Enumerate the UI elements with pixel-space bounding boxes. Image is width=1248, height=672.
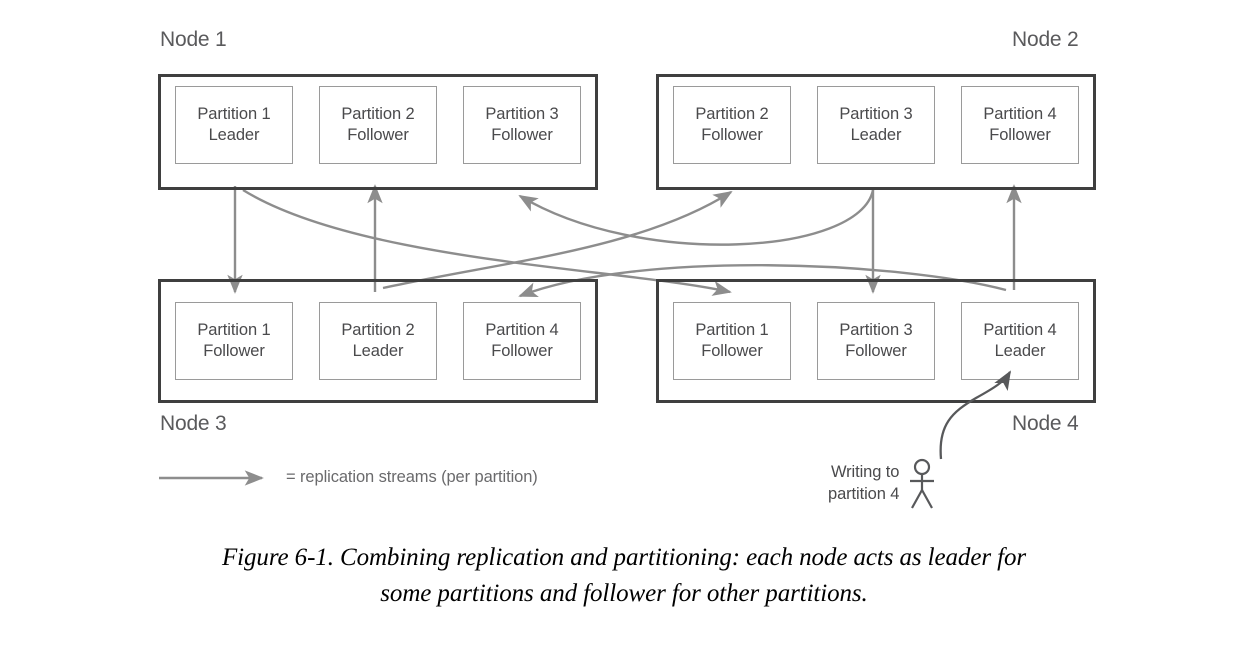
- node-container-node3: Partition 1 Follower Partition 2 Leader …: [158, 279, 598, 403]
- partition-name: Partition 3: [839, 104, 913, 123]
- stream-p3-node2-to-node1: [518, 189, 875, 246]
- person-stick-figure-icon: [910, 458, 935, 509]
- node-container-node1: Partition 1 Leader Partition 2 Follower …: [158, 74, 598, 190]
- partition-node3-p4[interactable]: Partition 4 Follower: [463, 302, 581, 380]
- node-label-node4: Node 4: [1012, 412, 1079, 435]
- partition-name: Partition 4: [485, 320, 559, 339]
- partition-node4-p4[interactable]: Partition 4 Leader: [961, 302, 1079, 380]
- partition-role: Leader: [994, 342, 1046, 360]
- partition-node1-p1[interactable]: Partition 1 Leader: [175, 86, 293, 164]
- writer-annotation: Writing to partition 4: [828, 458, 937, 510]
- partition-name: Partition 4: [983, 104, 1057, 123]
- partition-node2-p2[interactable]: Partition 2 Follower: [673, 86, 791, 164]
- partition-name: Partition 4: [983, 320, 1057, 339]
- node-container-node4: Partition 1 Follower Partition 3 Followe…: [656, 279, 1096, 403]
- partition-name: Partition 1: [197, 320, 271, 339]
- stream-p2-node3-to-node2: [382, 190, 733, 290]
- partition-role: Follower: [491, 342, 553, 360]
- partition-name: Partition 1: [197, 104, 271, 123]
- legend-arrow-icon: [159, 469, 264, 486]
- node-label-node2: Node 2: [1012, 28, 1079, 51]
- partition-node2-p3[interactable]: Partition 3 Leader: [817, 86, 935, 164]
- caption-line-1: Figure 6-1. Combining replication and pa…: [222, 544, 1026, 571]
- legend-label: = replication streams (per partition): [286, 468, 538, 486]
- partition-name: Partition 2: [695, 104, 769, 123]
- node-label-node1: Node 1: [160, 28, 227, 51]
- partition-role: Follower: [701, 342, 763, 360]
- partition-role: Follower: [491, 126, 553, 144]
- node-container-node2: Partition 2 Follower Partition 3 Leader …: [656, 74, 1096, 190]
- partition-role: Follower: [203, 342, 265, 360]
- partition-node4-p1[interactable]: Partition 1 Follower: [673, 302, 791, 380]
- figure-container: Node 1 Partition 1 Leader Partition 2 Fo…: [0, 0, 1248, 672]
- partition-node1-p3[interactable]: Partition 3 Follower: [463, 86, 581, 164]
- partition-name: Partition 3: [485, 104, 559, 123]
- partition-node3-p2[interactable]: Partition 2 Leader: [319, 302, 437, 380]
- partition-node3-p1[interactable]: Partition 1 Follower: [175, 302, 293, 380]
- partition-role: Follower: [989, 126, 1051, 144]
- partition-name: Partition 2: [341, 320, 415, 339]
- partition-role: Leader: [352, 342, 404, 360]
- node-label-node3: Node 3: [160, 412, 227, 435]
- partition-role: Leader: [208, 126, 260, 144]
- partition-role: Follower: [701, 126, 763, 144]
- partition-name: Partition 1: [695, 320, 769, 339]
- caption-line-2: some partitions and follower for other p…: [380, 579, 868, 607]
- partition-name: Partition 2: [341, 104, 415, 123]
- partition-node4-p3[interactable]: Partition 3 Follower: [817, 302, 935, 380]
- partition-node1-p2[interactable]: Partition 2 Follower: [319, 86, 437, 164]
- writer-label-line2: partition 4: [828, 485, 900, 503]
- writer-label-line1: Writing to: [830, 463, 900, 482]
- partition-role: Leader: [850, 126, 902, 144]
- partition-role: Follower: [347, 126, 409, 144]
- partition-role: Follower: [845, 342, 907, 360]
- legend: = replication streams (per partition): [158, 468, 538, 487]
- writer-label: Writing to partition 4: [828, 462, 899, 506]
- stream-p1-node1-to-node4: [242, 188, 732, 296]
- figure-caption: Figure 6-1. Combining replication and pa…: [0, 540, 1248, 611]
- partition-node2-p4[interactable]: Partition 4 Follower: [961, 86, 1079, 164]
- partition-name: Partition 3: [839, 320, 913, 339]
